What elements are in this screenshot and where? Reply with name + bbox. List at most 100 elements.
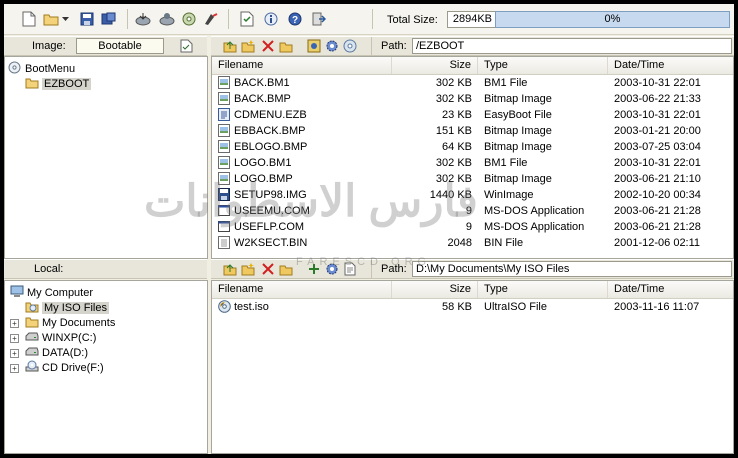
tree-node[interactable]: My ISO Files <box>25 300 109 315</box>
column-datetime[interactable]: Date/Time <box>608 57 733 74</box>
tree-node[interactable]: CD Drive(F:) <box>25 360 104 375</box>
cell-filename: BACK.BMP <box>218 91 291 107</box>
boot-info-icon[interactable] <box>307 39 321 53</box>
chevron-down-icon[interactable] <box>60 10 70 28</box>
column-size[interactable]: Size <box>392 281 478 298</box>
document-icon[interactable] <box>343 262 357 276</box>
up-folder-icon[interactable] <box>223 39 237 53</box>
tree-node-label: DATA(D:) <box>42 347 89 359</box>
settings-gear-icon[interactable] <box>325 262 339 276</box>
column-datetime[interactable]: Date/Time <box>608 281 733 298</box>
cell-datetime: 2003-10-31 22:01 <box>614 157 701 169</box>
total-size-label: Total Size: <box>387 14 438 26</box>
expand-toggle[interactable]: + <box>10 349 19 358</box>
expand-toggle[interactable]: + <box>10 334 19 343</box>
rename-icon[interactable] <box>279 39 293 53</box>
table-row[interactable]: W2KSECT.BIN 2048 BIN File 2001-12-06 02:11 <box>212 235 733 251</box>
open-icon[interactable] <box>42 10 60 28</box>
local-list-header: Filename Size Type Date/Time <box>212 281 733 299</box>
toolbar-separator <box>372 9 373 29</box>
new-icon[interactable] <box>20 10 38 28</box>
tree-node-bootmenu[interactable]: BootMenu <box>8 61 75 76</box>
local-tree-panel: My Computer My ISO Files + My Documents + WIN… <box>4 280 208 454</box>
table-row[interactable]: LOGO.BM1 302 KB BM1 File 2003-10-31 22:01 <box>212 155 733 171</box>
image-path-bar: Path: /EZBOOT <box>211 36 734 56</box>
main-toolbar: ? Total Size: 2894KB 0% <box>4 4 734 35</box>
tree-node[interactable]: WINXP(C:) <box>25 330 96 345</box>
bmp-file-icon <box>218 76 230 89</box>
exit-icon[interactable] <box>310 10 328 28</box>
column-filename[interactable]: Filename <box>212 281 392 298</box>
save-as-icon[interactable] <box>100 10 118 28</box>
cell-type: Bitmap Image <box>484 173 552 185</box>
table-row[interactable]: BACK.BM1 302 KB BM1 File 2003-10-31 22:01 <box>212 75 733 91</box>
table-row[interactable]: EBLOGO.BMP 64 KB Bitmap Image 2003-07-25 03… <box>212 139 733 155</box>
cd-settings-icon[interactable] <box>343 39 357 53</box>
settings-gear-icon[interactable] <box>325 39 339 53</box>
table-row[interactable]: EBBACK.BMP 151 KB Bitmap Image 2003-01-21 2… <box>212 123 733 139</box>
cell-size: 302 KB <box>435 93 472 105</box>
cell-type: MS-DOS Application <box>484 205 585 217</box>
svg-text:?: ? <box>292 15 298 26</box>
table-row[interactable]: USEFLP.COM 9 MS-DOS Application 2003-06-21 … <box>212 219 733 235</box>
table-row[interactable]: CDMENU.EZB 23 KB EasyBoot File 2003-10-31 2… <box>212 107 733 123</box>
checksum-icon[interactable] <box>238 10 256 28</box>
computer-icon <box>10 285 24 297</box>
tree-node-ezboot[interactable]: EZBOOT <box>25 77 92 92</box>
image-properties-icon[interactable] <box>180 39 194 53</box>
extract-icon[interactable] <box>134 10 152 28</box>
expand-toggle[interactable]: + <box>10 319 19 328</box>
filename-text: EBLOGO.BMP <box>234 141 308 153</box>
tree-node-label: My Documents <box>42 317 116 329</box>
info-icon[interactable] <box>262 10 280 28</box>
bmp-file-icon <box>218 124 230 137</box>
table-row[interactable]: test.iso 58 KB UltraISO File 2003-11-16 11:… <box>212 299 733 315</box>
cell-type: UltraISO File <box>484 301 547 313</box>
cell-filename: LOGO.BM1 <box>218 155 291 171</box>
new-folder-icon[interactable] <box>241 39 255 53</box>
cell-size: 302 KB <box>435 157 472 169</box>
ezb-file-icon <box>218 108 230 121</box>
mount-icon[interactable] <box>180 10 198 28</box>
properties-icon[interactable] <box>158 10 176 28</box>
column-type[interactable]: Type <box>478 281 608 298</box>
cell-size: 302 KB <box>435 173 472 185</box>
cell-filename: CDMENU.EZB <box>218 107 307 123</box>
image-label: Image: <box>32 40 66 52</box>
new-folder-icon[interactable] <box>241 262 255 276</box>
cell-type: Bitmap Image <box>484 93 552 105</box>
burn-icon[interactable] <box>202 10 220 28</box>
help-icon[interactable]: ? <box>286 10 304 28</box>
column-type[interactable]: Type <box>478 57 608 74</box>
filename-text: EBBACK.BMP <box>234 125 306 137</box>
local-path-field[interactable]: D:\My Documents\My ISO Files <box>412 261 732 277</box>
cell-filename: EBLOGO.BMP <box>218 139 307 155</box>
delete-icon[interactable] <box>261 39 275 53</box>
add-to-image-icon[interactable] <box>307 262 321 276</box>
local-file-list: Filename Size Type Date/Time test.iso 58 … <box>211 280 734 454</box>
image-type-field[interactable]: Bootable <box>76 38 164 54</box>
up-folder-icon[interactable] <box>223 262 237 276</box>
cell-filename: EBBACK.BMP <box>218 123 306 139</box>
table-row[interactable]: LOGO.BMP 302 KB Bitmap Image 2003-06-21 21:… <box>212 171 733 187</box>
tree-node-label: My Computer <box>27 287 94 299</box>
table-row[interactable]: SETUP98.IMG 1440 KB WinImage 2002-10-20 00:… <box>212 187 733 203</box>
delete-icon[interactable] <box>261 262 275 276</box>
tree-node[interactable]: My Documents <box>25 315 115 330</box>
tree-node-label: My ISO Files <box>42 302 109 314</box>
tree-node[interactable]: DATA(D:) <box>25 345 88 360</box>
rename-icon[interactable] <box>279 262 293 276</box>
image-path-label: Path: <box>381 40 407 52</box>
column-size[interactable]: Size <box>392 57 478 74</box>
bmp-file-icon <box>218 156 230 169</box>
image-list-header: Filename Size Type Date/Time <box>212 57 733 75</box>
tree-node[interactable]: My Computer <box>10 285 93 300</box>
image-path-field[interactable]: /EZBOOT <box>412 38 732 54</box>
bmp-file-icon <box>218 172 230 185</box>
column-filename[interactable]: Filename <box>212 57 392 74</box>
table-row[interactable]: BACK.BMP 302 KB Bitmap Image 2003-06-22 21:… <box>212 91 733 107</box>
table-row[interactable]: USEEMU.COM 9 MS-DOS Application 2003-06-21 … <box>212 203 733 219</box>
cell-size: 9 <box>465 221 472 233</box>
save-icon[interactable] <box>78 10 96 28</box>
expand-toggle[interactable]: + <box>10 364 19 373</box>
